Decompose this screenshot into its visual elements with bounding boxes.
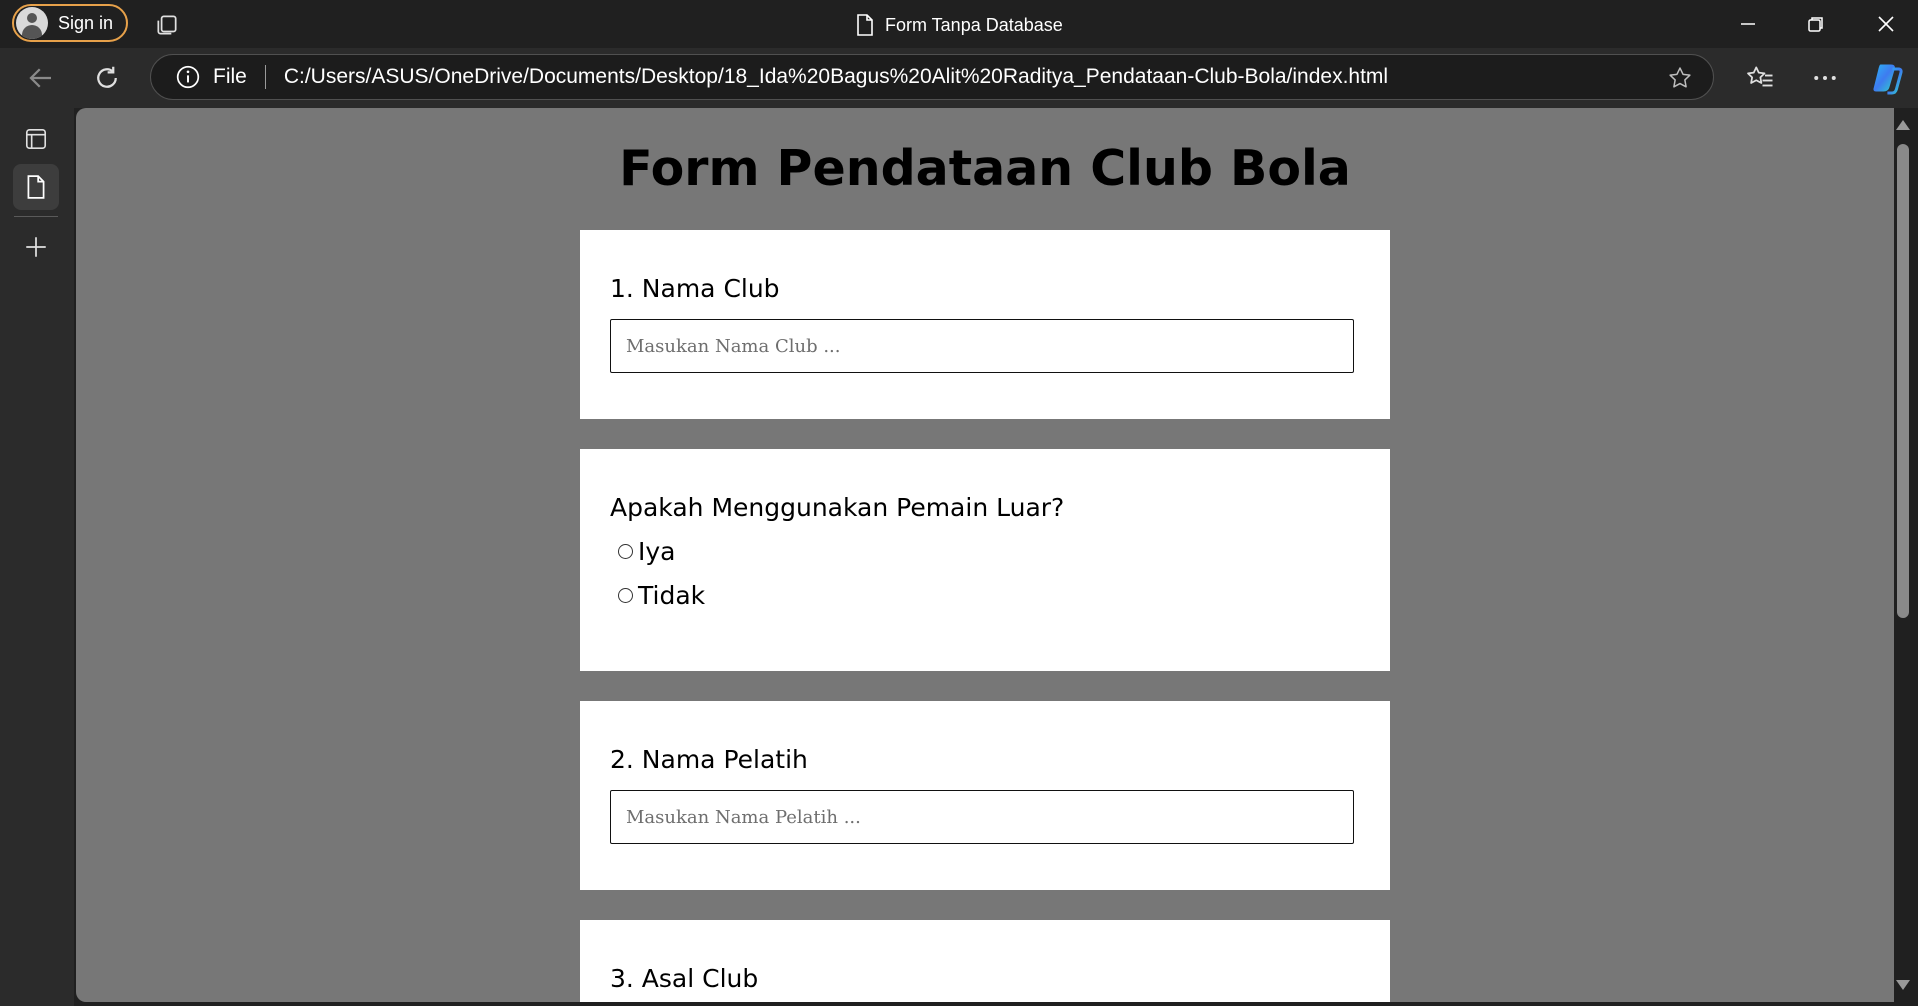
- star-icon[interactable]: [1667, 65, 1693, 91]
- page-title: Form Pendataan Club Bola: [619, 140, 1351, 197]
- page-icon: [857, 14, 873, 36]
- page-icon: [27, 175, 45, 199]
- copilot-icon[interactable]: [1870, 60, 1906, 96]
- radio-label-iya: Iya: [638, 537, 676, 566]
- plus-icon: [26, 237, 46, 257]
- sign-in-button[interactable]: Sign in: [12, 4, 128, 42]
- title-bar: Sign in Form Tanpa Database: [0, 0, 1918, 48]
- coach-name-card: 2. Nama Pelatih: [580, 701, 1390, 890]
- sign-in-label: Sign in: [58, 12, 114, 33]
- collections-icon[interactable]: [154, 12, 180, 38]
- scroll-down-arrow-icon[interactable]: [1896, 980, 1910, 990]
- address-separator: [264, 65, 266, 89]
- vertical-tab-strip: [0, 108, 74, 1006]
- radio-button-tidak[interactable]: [618, 588, 633, 603]
- scroll-up-arrow-icon[interactable]: [1896, 120, 1910, 130]
- tab-form-tanpa-database[interactable]: [13, 164, 59, 210]
- radio-button-iya[interactable]: [618, 544, 633, 559]
- more-icon[interactable]: [1810, 63, 1840, 93]
- coach-name-label: 2. Nama Pelatih: [610, 745, 808, 774]
- window-title-text: Form Tanpa Database: [885, 14, 1063, 35]
- back-arrow-icon[interactable]: [26, 63, 56, 93]
- club-name-label: 1. Nama Club: [610, 274, 780, 303]
- radio-option-tidak[interactable]: Tidak: [618, 581, 705, 610]
- restore-icon[interactable]: [1804, 12, 1828, 36]
- tab-strip-divider: [14, 216, 58, 217]
- close-icon[interactable]: [1874, 12, 1898, 36]
- navigation-bar: File C:/Users/ASUS/OneDrive/Documents/De…: [0, 48, 1918, 108]
- window-title: Form Tanpa Database: [855, 13, 1063, 37]
- tab-actions-button[interactable]: [13, 116, 59, 162]
- page-viewport: Form Pendataan Club Bola 1. Nama Club Ap…: [76, 108, 1894, 1002]
- foreign-players-card: Apakah Menggunakan Pemain Luar? Iya Tida…: [580, 449, 1390, 671]
- profile-avatar-icon: [16, 7, 48, 39]
- radio-option-iya[interactable]: Iya: [618, 537, 676, 566]
- coach-name-input[interactable]: [610, 790, 1354, 844]
- info-icon[interactable]: [175, 64, 201, 90]
- tab-actions-icon: [25, 128, 47, 150]
- foreign-players-question: Apakah Menggunakan Pemain Luar?: [610, 493, 1065, 522]
- scheme-label: File: [213, 65, 247, 88]
- refresh-icon[interactable]: [92, 63, 122, 93]
- address-bar[interactable]: File C:/Users/ASUS/OneDrive/Documents/De…: [150, 54, 1714, 100]
- favorites-icon[interactable]: [1745, 63, 1775, 93]
- minimize-icon[interactable]: [1736, 12, 1760, 36]
- radio-label-tidak: Tidak: [638, 581, 706, 610]
- url-text[interactable]: C:/Users/ASUS/OneDrive/Documents/Desktop…: [284, 65, 1388, 89]
- club-origin-label: 3. Asal Club: [610, 964, 759, 993]
- new-tab-button[interactable]: [13, 224, 59, 270]
- scrollbar-thumb[interactable]: [1897, 144, 1909, 618]
- club-origin-card: 3. Asal Club: [580, 920, 1390, 1002]
- club-name-input[interactable]: [610, 319, 1354, 373]
- club-name-card: 1. Nama Club: [580, 230, 1390, 419]
